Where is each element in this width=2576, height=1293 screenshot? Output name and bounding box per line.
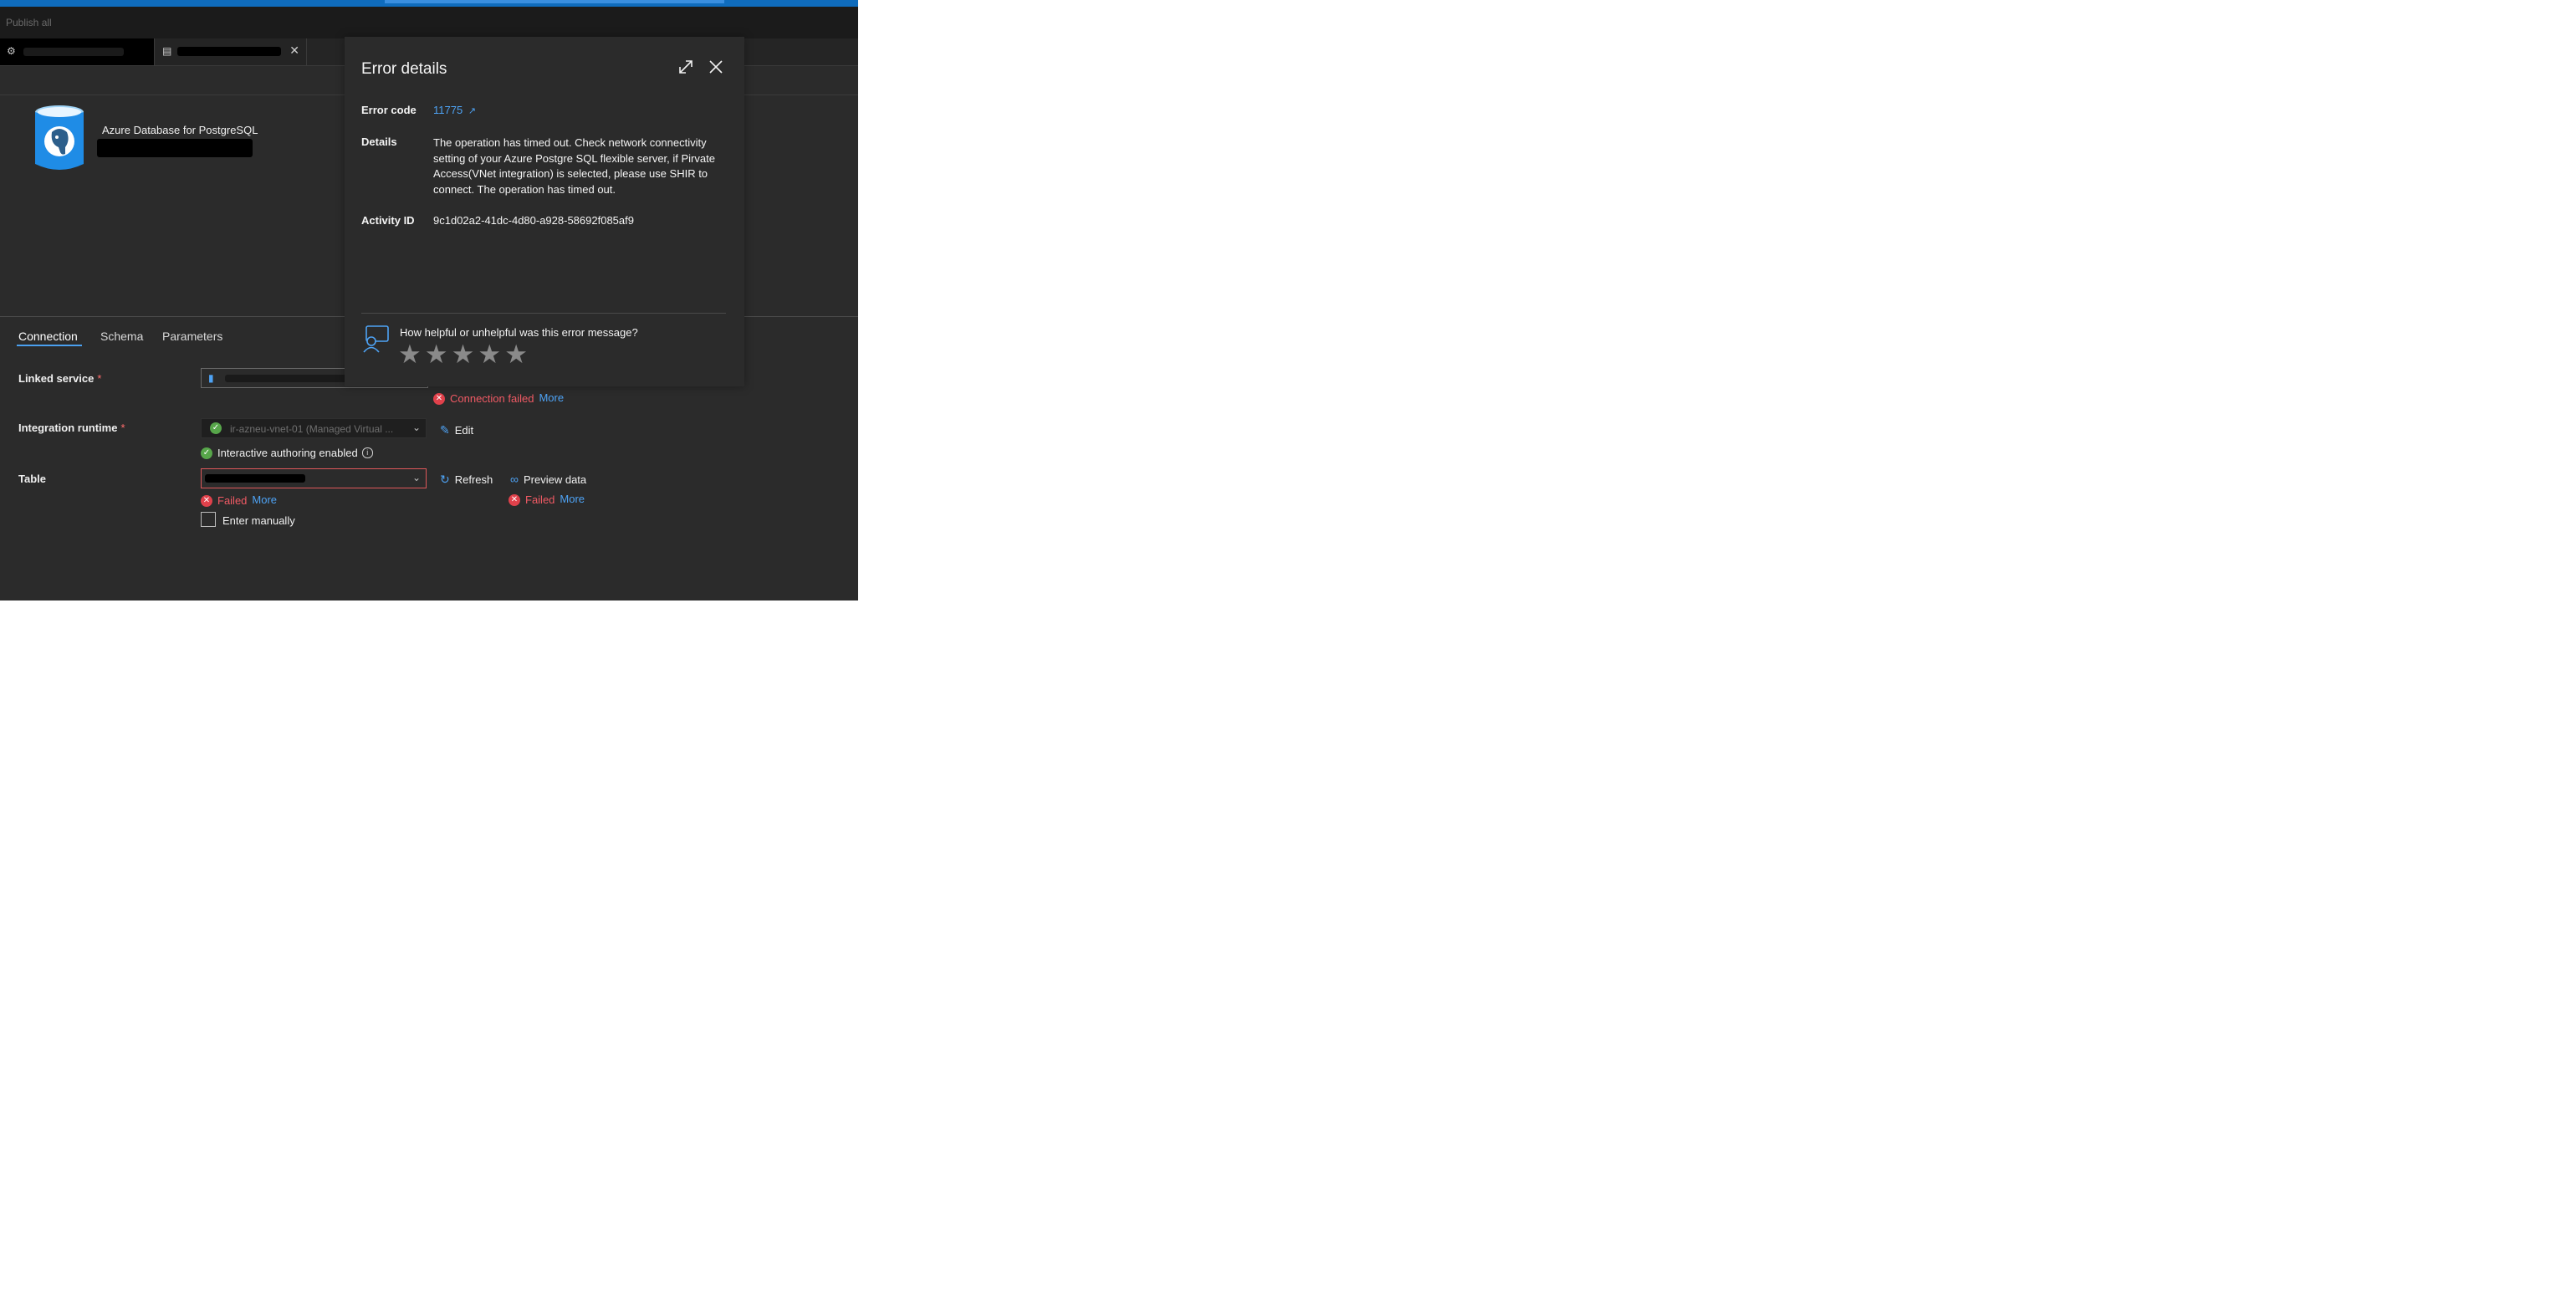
tab-parameters[interactable]: Parameters [162, 330, 222, 343]
activity-id-value: 9c1d02a2-41dc-4d80-a928-58692f085af9 [433, 214, 634, 227]
publish-all-button[interactable]: Publish all [6, 17, 52, 28]
edit-button[interactable]: ✎ Edit [440, 423, 473, 437]
star-icon[interactable]: ★ [425, 340, 452, 370]
preview-status: ✕ Failed More [509, 493, 585, 506]
refresh-button[interactable]: ↻ Refresh [440, 473, 493, 487]
top-bar-highlight [385, 0, 724, 3]
edit-icon: ✎ [440, 423, 450, 437]
error-code-link[interactable]: 11775 [433, 104, 463, 116]
checkmark-icon: ✓ [210, 422, 222, 434]
details-label: Details [361, 135, 397, 148]
preview-data-label: Preview data [523, 473, 587, 486]
document-tab-2[interactable]: ▤ ✕ [156, 38, 307, 65]
document-tab-1[interactable]: ⚙ [0, 38, 155, 65]
active-tab-indicator [17, 345, 82, 346]
postgresql-icon: ▮ [208, 372, 214, 384]
connection-failed-text: Connection failed [450, 392, 534, 406]
table-dropdown[interactable]: ⌄ [201, 468, 427, 488]
star-icon[interactable]: ★ [504, 340, 531, 370]
redacted-tab-title [177, 47, 281, 56]
checkmark-icon: ✓ [201, 447, 212, 459]
toolbar: Publish all [0, 7, 858, 38]
error-icon: ✕ [509, 493, 520, 506]
table-more-link[interactable]: More [252, 493, 277, 506]
error-icon: ✕ [201, 494, 212, 507]
star-icon[interactable]: ★ [452, 340, 478, 370]
dataset-type-label: Azure Database for PostgreSQL [102, 124, 258, 136]
integration-runtime-dropdown[interactable]: ✓ ir-azneu-vnet-01 (Managed Virtual ... … [201, 418, 427, 438]
ir-status: ✓ Interactive authoring enabled i [201, 446, 373, 459]
preview-more-link[interactable]: More [560, 493, 585, 505]
error-icon: ✕ [433, 392, 445, 405]
linked-service-label-text: Linked service [18, 372, 95, 385]
interactive-authoring-text: Interactive authoring enabled [217, 447, 358, 460]
redacted-linked-service-name [225, 375, 350, 382]
redacted-dataset-name [97, 139, 253, 157]
redacted-table-name [205, 474, 305, 483]
details-text: The operation has timed out. Check netwo… [433, 136, 715, 196]
preview-failed-text: Failed [525, 493, 555, 507]
integration-runtime-value: ir-azneu-vnet-01 (Managed Virtual ... [230, 423, 394, 435]
tab-connection[interactable]: Connection [18, 330, 78, 343]
redacted-tab-title [23, 48, 124, 56]
required-marker: * [120, 422, 125, 434]
adf-dataset-editor: Publish all ⚙ ▤ ✕ Azure Database for Pos… [0, 0, 858, 601]
error-details-panel: Error details Error code 11775 ↗ Details… [345, 37, 744, 386]
integration-runtime-label-text: Integration runtime [18, 422, 118, 434]
error-code-label: Error code [361, 104, 417, 116]
pipeline-icon: ⚙ [7, 45, 16, 57]
preview-data-button[interactable]: ∞ Preview data [510, 473, 586, 486]
error-code-value[interactable]: 11775 ↗ [433, 104, 476, 116]
chevron-down-icon: ⌄ [411, 472, 421, 483]
star-rating: ★★★★★ [398, 340, 531, 370]
dataset-icon: ▤ [162, 45, 172, 57]
star-icon[interactable]: ★ [398, 340, 425, 370]
panel-title: Error details [361, 60, 447, 78]
divider [361, 313, 726, 314]
external-link-icon: ↗ [468, 106, 477, 116]
refresh-label: Refresh [454, 473, 493, 486]
feedback-question: How helpful or unhelpful was this error … [400, 326, 638, 339]
expand-icon[interactable] [676, 57, 696, 77]
feedback-icon [363, 325, 389, 353]
refresh-icon: ↻ [440, 473, 450, 486]
linked-service-more-link[interactable]: More [539, 391, 564, 404]
chevron-down-icon: ⌄ [411, 422, 421, 433]
info-icon[interactable]: i [361, 447, 373, 459]
required-marker: * [97, 372, 102, 385]
star-icon[interactable]: ★ [478, 340, 504, 370]
close-icon[interactable]: ✕ [289, 44, 299, 56]
activity-id-label: Activity ID [361, 214, 415, 227]
enter-manually-label: Enter manually [222, 514, 295, 527]
linked-service-label: Linked service * [18, 372, 101, 385]
postgresql-icon [35, 105, 84, 170]
tab-schema[interactable]: Schema [100, 330, 143, 343]
preview-icon: ∞ [510, 473, 519, 486]
table-status: ✕ Failed More [201, 493, 277, 507]
table-label: Table [18, 473, 46, 485]
integration-runtime-label: Integration runtime * [18, 422, 125, 434]
linked-service-status: ✕ Connection failed More [433, 391, 564, 405]
edit-label: Edit [454, 424, 474, 437]
table-failed-text: Failed [217, 494, 248, 508]
close-icon[interactable] [706, 57, 726, 77]
enter-manually-checkbox[interactable] [201, 512, 216, 527]
